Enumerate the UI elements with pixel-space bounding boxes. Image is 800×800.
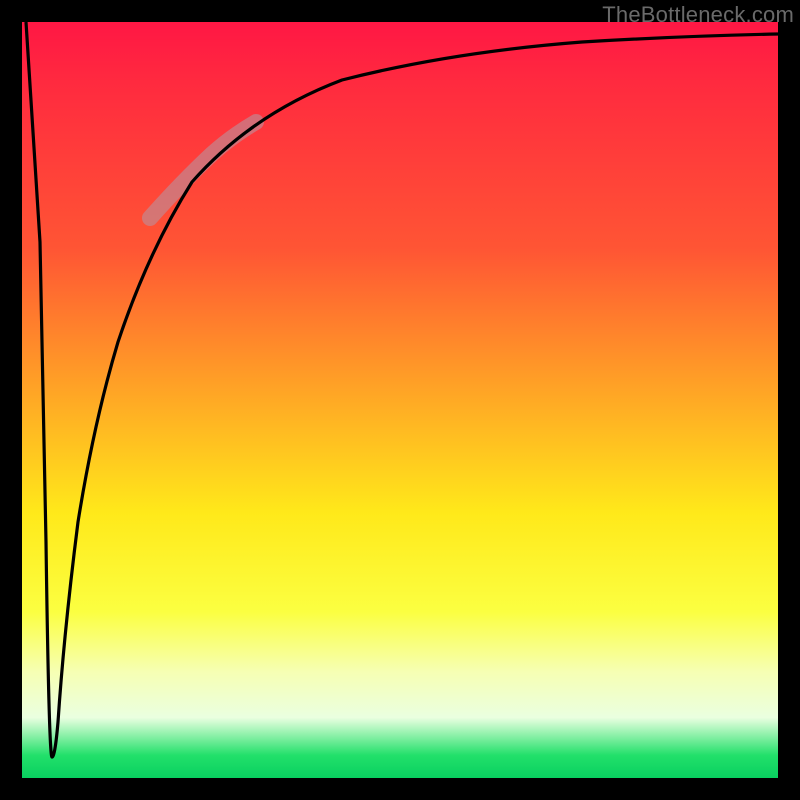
chart-svg: [22, 22, 778, 778]
curve-line: [26, 22, 778, 757]
chart-frame: TheBottleneck.com: [0, 0, 800, 800]
watermark-text: TheBottleneck.com: [602, 2, 794, 28]
